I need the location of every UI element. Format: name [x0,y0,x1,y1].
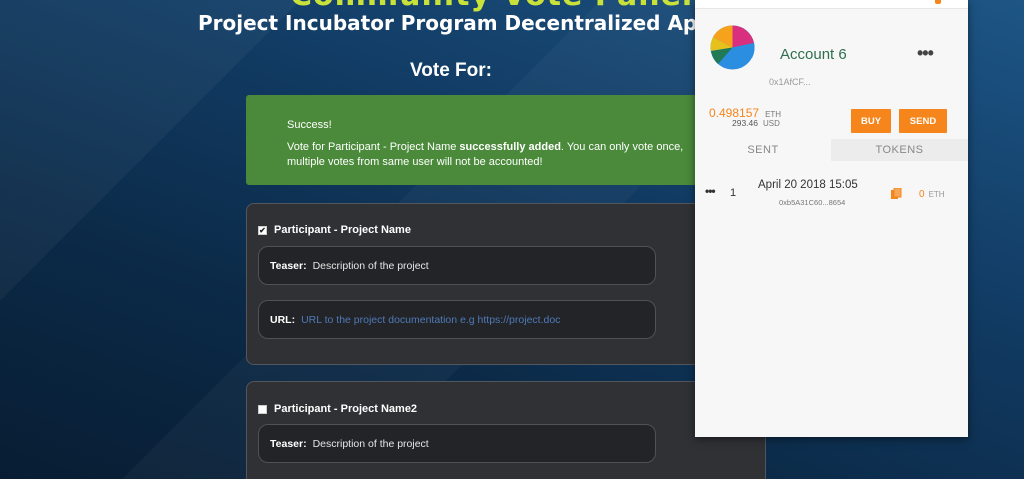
teaser-label: Teaser: [270,259,307,272]
wallet-account-header: Account 6 ••• 0x1AfCF... 0.498157 ETH 29… [695,9,968,139]
url-placeholder: URL to the project documentation e.g htt… [301,313,561,326]
wallet-popup: Account 6 ••• 0x1AfCF... 0.498157 ETH 29… [695,0,968,437]
teaser-value: Description of the project [312,259,429,272]
participant-checkbox-row[interactable]: Participant - Project Name2 [258,403,417,415]
copy-icon[interactable] [891,188,902,200]
participant-name: Participant - Project Name [274,224,411,236]
usd-balance-value: 293.46 [732,118,758,128]
usd-balance-unit: USD [763,119,780,128]
wallet-tabs: SENT TOKENS [695,139,968,161]
buy-button[interactable]: BUY [851,109,891,133]
success-alert: Success! Vote for Participant - Project … [246,95,716,185]
send-button[interactable]: SEND [899,109,947,133]
alert-message-prefix: Vote for Participant - Project Name [287,141,460,153]
transaction-hash: 0xb5A31C60...8654 [779,198,846,207]
transaction-status-icon: ••• [705,184,716,198]
participant-checkbox-unchecked[interactable] [258,404,267,414]
url-field[interactable]: URL: URL to the project documentation e.… [258,300,656,339]
teaser-value: Description of the project [312,437,429,450]
tab-sent[interactable]: SENT [695,139,831,161]
participant-card: ✔ Participant - Project Name Teaser: Des… [246,203,766,365]
teaser-label: Teaser: [270,437,307,450]
notification-dot [935,0,941,4]
transaction-date: April 20 2018 15:05 [758,179,858,191]
participant-checkbox-row[interactable]: ✔ Participant - Project Name [258,224,411,236]
usd-balance: 293.46 USD [732,118,780,128]
teaser-field[interactable]: Teaser: Description of the project [258,424,656,463]
alert-message: Vote for Participant - Project Name succ… [287,140,697,170]
participant-checkbox-checked[interactable]: ✔ [258,225,267,235]
transaction-nonce: 1 [730,187,737,199]
transaction-amount: 0 ETH [919,189,945,200]
alert-message-bold: successfully added [459,141,561,153]
participant-name: Participant - Project Name2 [274,403,418,415]
tab-tokens[interactable]: TOKENS [831,139,968,161]
participant-card: Participant - Project Name2 Teaser: Desc… [246,381,766,479]
url-label: URL: [270,313,296,326]
teaser-field[interactable]: Teaser: Description of the project [258,246,656,285]
transaction-row[interactable]: ••• 1 April 20 2018 15:05 0xb5A31C60...8… [695,170,968,214]
vote-for-heading: Vote For: [410,60,492,81]
wallet-topbar [695,0,968,9]
account-menu-icon[interactable]: ••• [917,43,934,64]
account-identicon-icon[interactable] [710,25,755,70]
transaction-amount-unit: ETH [928,190,945,199]
account-address[interactable]: 0x1AfCF... [769,77,811,87]
account-name[interactable]: Account 6 [780,46,847,63]
alert-heading: Success! [287,119,332,131]
transaction-amount-value: 0 [919,189,925,200]
